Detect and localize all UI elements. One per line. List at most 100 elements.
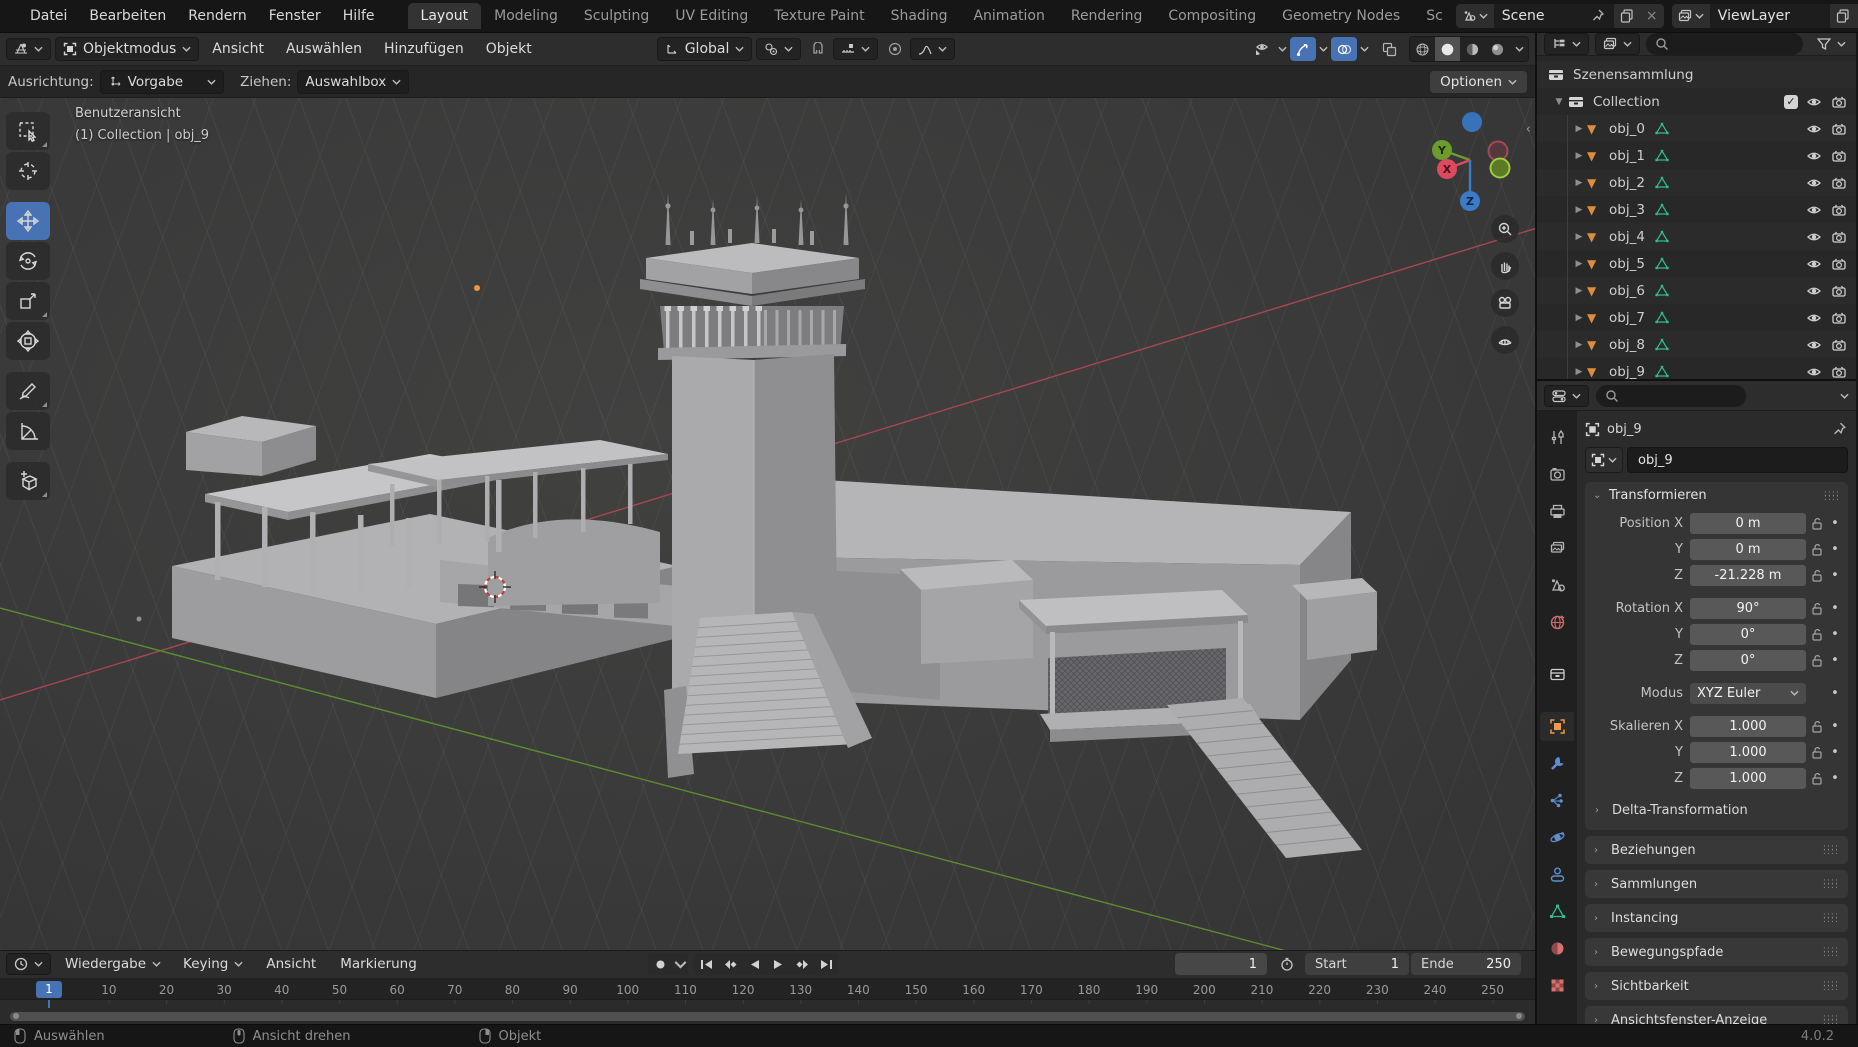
camera-icon[interactable] [1830, 121, 1848, 137]
chevron-down-icon[interactable] [1319, 46, 1328, 52]
eye-icon[interactable] [1805, 175, 1823, 191]
shading-dropdown[interactable] [1510, 37, 1528, 61]
animate-dot[interactable]: • [1828, 653, 1842, 668]
tool-measure[interactable] [6, 412, 50, 450]
position-x-field[interactable]: 0 m [1690, 513, 1806, 534]
properties-search-input[interactable] [1596, 385, 1746, 407]
expand-icon[interactable]: ▶ [1571, 124, 1587, 134]
record-button[interactable] [648, 953, 672, 975]
animate-dot[interactable]: • [1828, 542, 1842, 557]
scene-copy-button[interactable] [1614, 4, 1640, 28]
menu-hilfe[interactable]: Hilfe [332, 4, 386, 28]
tab-modeling[interactable]: Modeling [481, 3, 571, 29]
expand-icon[interactable]: ▶ [1571, 340, 1587, 350]
proportional-editing-toggle[interactable] [882, 37, 908, 61]
tab-collection[interactable] [1540, 660, 1574, 689]
outliner-row-object[interactable]: ▶ ▼ obj_0 [1537, 115, 1856, 142]
outliner-row-object[interactable]: ▶ ▼ obj_5 [1537, 250, 1856, 277]
camera-icon[interactable] [1830, 310, 1848, 326]
lock-open-icon[interactable] [1806, 720, 1828, 733]
outliner-row-collection[interactable]: ▼ Collection ✓ [1537, 88, 1856, 115]
eye-icon[interactable] [1805, 121, 1823, 137]
end-frame-field[interactable]: Ende 250 [1411, 953, 1521, 975]
camera-icon[interactable] [1830, 202, 1848, 218]
tab-sculpting[interactable]: Sculpting [571, 3, 662, 29]
editor-type-button[interactable] [6, 38, 51, 60]
outliner-row-object[interactable]: ▶ ▼ obj_8 [1537, 331, 1856, 358]
xray-toggle[interactable] [1376, 37, 1402, 61]
start-frame-field[interactable]: Start 1 [1305, 953, 1409, 975]
panel-drag-handle[interactable]: :::::::: [1823, 948, 1839, 956]
lock-open-icon[interactable] [1806, 517, 1828, 530]
timeline-track[interactable] [0, 1000, 1535, 1008]
outliner-row-object[interactable]: ▶ ▼ obj_1 [1537, 142, 1856, 169]
pin-icon[interactable] [1592, 9, 1606, 23]
panel-drag-handle[interactable]: :::::::: [1823, 1016, 1839, 1024]
overlays-toggle[interactable] [1331, 37, 1357, 61]
tool-transform[interactable] [6, 322, 50, 360]
expand-icon[interactable]: ▼ [1551, 97, 1567, 107]
lock-open-icon[interactable] [1806, 628, 1828, 641]
animate-dot[interactable]: • [1828, 686, 1842, 701]
camera-icon[interactable] [1830, 148, 1848, 164]
panel-bewegungspfade[interactable]: › Bewegungspfade :::::::: [1585, 938, 1848, 966]
outliner-row-object[interactable]: ▶ ▼ obj_9 [1537, 358, 1856, 381]
panel-drag-handle[interactable]: :::::::: [1823, 914, 1839, 922]
viewlayer-selector[interactable]: ViewLayer × [1672, 4, 1858, 28]
panel-beziehungen[interactable]: › Beziehungen :::::::: [1585, 836, 1848, 864]
menu-fenster[interactable]: Fenster [258, 4, 332, 28]
tool-rotate[interactable] [6, 242, 50, 280]
eye-icon[interactable] [1805, 148, 1823, 164]
expand-icon[interactable]: ▶ [1571, 367, 1587, 377]
menu-timeline-ansicht[interactable]: Ansicht [257, 952, 325, 976]
eye-icon[interactable] [1805, 337, 1823, 353]
scale-z-field[interactable]: 1.000 [1690, 768, 1806, 789]
mode-dropdown[interactable]: Objektmodus [55, 37, 199, 61]
expand-icon[interactable]: ▶ [1571, 286, 1587, 296]
rotation-z-field[interactable]: 0° [1690, 650, 1806, 671]
record-dropdown[interactable] [672, 953, 688, 975]
camera-icon[interactable] [1830, 94, 1848, 110]
shading-rendered-button[interactable] [1485, 37, 1510, 61]
snap-settings-dropdown[interactable] [833, 38, 878, 60]
menu-objekt[interactable]: Objekt [477, 37, 541, 61]
tab-texture-paint[interactable]: Texture Paint [761, 3, 877, 29]
viewlayer-browse-button[interactable] [1672, 4, 1710, 28]
tab-layout[interactable]: Layout [408, 3, 482, 29]
chevron-down-icon[interactable] [1278, 46, 1287, 52]
tab-animation[interactable]: Animation [960, 3, 1057, 29]
camera-icon[interactable] [1830, 337, 1848, 353]
auto-keyframe-time-button[interactable] [1274, 952, 1300, 976]
animate-dot[interactable]: • [1828, 719, 1842, 734]
eye-icon[interactable] [1805, 94, 1823, 110]
options-button[interactable]: Optionen [1430, 71, 1527, 93]
panel-sichtbarkeit[interactable]: › Sichtbarkeit :::::::: [1585, 972, 1848, 1000]
expand-icon[interactable]: ▶ [1571, 232, 1587, 242]
menu-auswaehlen[interactable]: Auswählen [277, 37, 371, 61]
next-keyframe-button[interactable] [790, 953, 814, 975]
eye-icon[interactable] [1805, 256, 1823, 272]
eye-icon[interactable] [1805, 202, 1823, 218]
scale-y-field[interactable]: 1.000 [1690, 742, 1806, 763]
tool-cursor[interactable] [6, 152, 50, 190]
panel-instancing[interactable]: › Instancing :::::::: [1585, 904, 1848, 932]
shading-solid-button[interactable] [1435, 37, 1460, 61]
outliner-row-object[interactable]: ▶ ▼ obj_4 [1537, 223, 1856, 250]
panel-drag-handle[interactable]: :::::::: [1824, 492, 1840, 500]
animate-dot[interactable]: • [1828, 627, 1842, 642]
timeline-editor-type-button[interactable] [6, 953, 51, 975]
tab-object-data[interactable] [1540, 897, 1574, 926]
tab-render[interactable] [1540, 460, 1574, 489]
tool-move[interactable] [6, 202, 50, 240]
outliner-search-input[interactable] [1646, 33, 1803, 55]
visibility-dropdown[interactable] [1249, 37, 1275, 61]
tab-output[interactable] [1540, 497, 1574, 526]
camera-icon[interactable] [1830, 256, 1848, 272]
outliner-row-object[interactable]: ▶ ▼ obj_7 [1537, 304, 1856, 331]
animate-dot[interactable]: • [1828, 568, 1842, 583]
tab-world[interactable] [1540, 608, 1574, 637]
object-id-dropdown[interactable] [1585, 447, 1623, 473]
camera-icon[interactable] [1830, 364, 1848, 380]
tab-constraints[interactable] [1540, 860, 1574, 889]
viewlayer-copy-button[interactable] [1830, 4, 1856, 28]
